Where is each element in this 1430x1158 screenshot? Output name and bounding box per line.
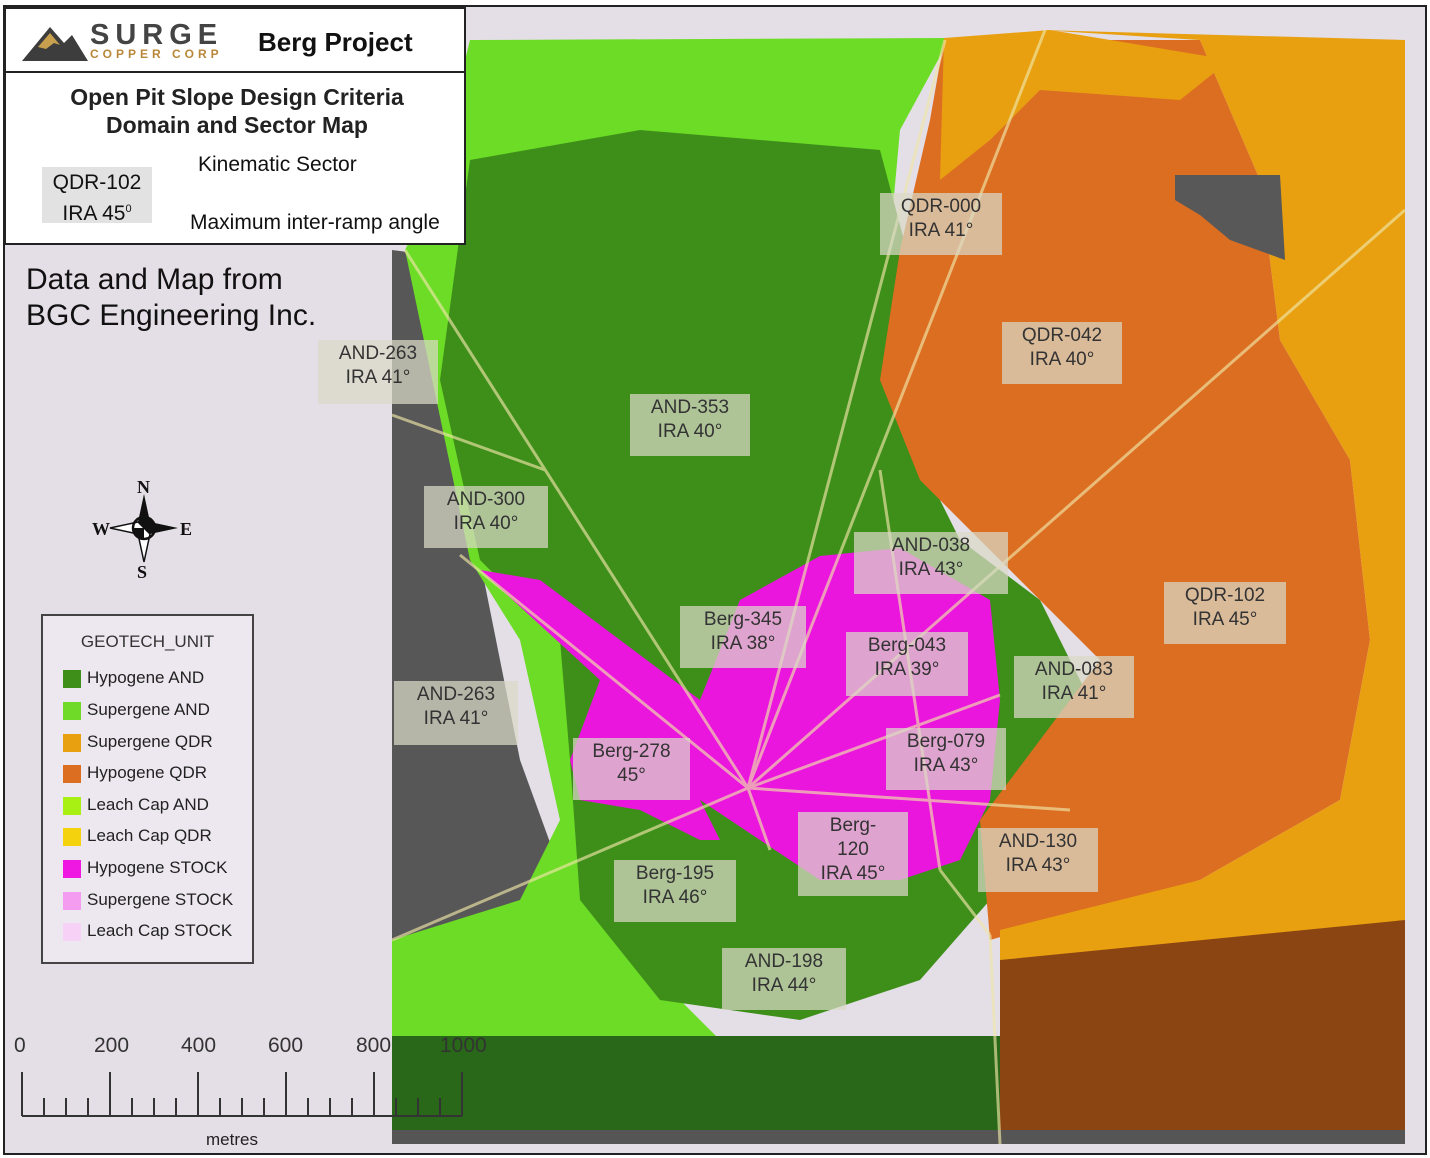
legend-item: Leach Cap QDR [63, 826, 212, 848]
compass-west: W [92, 519, 110, 539]
compass-south: S [137, 562, 148, 582]
sector-label-and263-south: AND-263 IRA 41° [394, 681, 518, 745]
legend-item: Leach Cap AND [63, 795, 209, 817]
legend-title: GEOTECH_UNIT [80, 632, 215, 651]
legend-panel: GEOTECH_UNIT Hypogene AND Supergene AND … [41, 614, 254, 964]
map-subtitle: Open Pit Slope Design Criteria Domain an… [6, 83, 468, 139]
sector-label-and038: AND-038 IRA 43° [854, 532, 1008, 594]
sector-label-and353: AND-353 IRA 40° [630, 394, 750, 456]
scale-tick-label: 800 [356, 1034, 392, 1057]
subtitle-line1: Open Pit Slope Design Criteria [70, 84, 404, 110]
dark-bottom-strip [392, 1130, 1405, 1144]
credit-line1: Data and Map from [26, 263, 283, 296]
sector-label-and263-north: AND-263 IRA 41° [318, 340, 438, 404]
legend-swatch [63, 891, 81, 910]
legend-swatch [63, 922, 81, 941]
legend-item: Hypogene QDR [63, 763, 207, 785]
legend-label: Supergene STOCK [87, 890, 234, 909]
legend-swatch [63, 701, 81, 720]
compass-north: N [137, 477, 150, 497]
key-sector-label: Kinematic Sector [198, 153, 357, 176]
scale-tick-label: 1000 [440, 1034, 487, 1057]
sector-label-and130: AND-130 IRA 43° [978, 828, 1098, 892]
sector-label-berg345: Berg-345 IRA 38° [680, 606, 806, 668]
legend-item: Hypogene STOCK [63, 858, 227, 880]
legend-label: Leach Cap STOCK [87, 921, 233, 940]
legend-label: Leach Cap AND [87, 795, 209, 814]
legend-item: Leach Cap STOCK [63, 921, 232, 943]
legend-label: Leach Cap QDR [87, 826, 212, 845]
legend-item: Supergene STOCK [63, 890, 233, 912]
legend-label: Supergene AND [87, 700, 210, 719]
mountain-logo-icon [22, 27, 88, 61]
compass-east: E [180, 519, 193, 539]
sector-label-berg043: Berg-043 IRA 39° [846, 632, 968, 696]
subtitle-line2: Domain and Sector Map [106, 112, 368, 138]
legend-label: Hypogene STOCK [87, 858, 228, 877]
scale-tick-label: 0 [14, 1034, 26, 1057]
legend-item: Supergene QDR [63, 732, 213, 754]
sector-label-berg120: Berg- 120 IRA 45° [798, 812, 908, 896]
sector-label-qdr102: QDR-102 IRA 45° [1164, 582, 1286, 644]
legend-swatch [63, 859, 81, 878]
scale-tick-label: 600 [268, 1034, 304, 1057]
sector-label-and198: AND-198 IRA 44° [722, 948, 846, 1010]
legend-label: Hypogene AND [87, 668, 205, 687]
scale-unit-label: metres [206, 1130, 258, 1149]
sector-label-and083: AND-083 IRA 41° [1014, 656, 1134, 718]
key-angle-example: IRA 450 [42, 196, 152, 227]
legend-swatch [63, 827, 81, 846]
project-title: Berg Project [258, 27, 413, 57]
legend-swatch [63, 796, 81, 815]
key-angle-label: Maximum inter-ramp angle [190, 211, 440, 234]
legend-label: Supergene QDR [87, 732, 213, 751]
key-example-chip: QDR-102 IRA 450 [42, 167, 152, 225]
legend-swatch [63, 764, 81, 783]
sector-label-qdr000: QDR-000 IRA 41° [880, 193, 1002, 255]
legend-swatch [63, 733, 81, 752]
legend-swatch [63, 669, 81, 688]
sector-label-and300: AND-300 IRA 40° [424, 486, 548, 548]
title-panel: SURGE COPPER CORP Berg Project Open Pit … [4, 7, 466, 245]
key-sector-example: QDR-102 [52, 171, 142, 194]
scale-tick-label: 400 [181, 1034, 217, 1057]
scale-tick-label: 200 [94, 1034, 130, 1057]
key-angle-value: IRA 45 [62, 202, 126, 225]
title-row: SURGE COPPER CORP Berg Project [6, 9, 464, 73]
sector-label-berg079: Berg-079 IRA 43° [886, 728, 1006, 790]
sector-label-berg195: Berg-195 IRA 46° [614, 860, 736, 922]
legend-item: Hypogene AND [63, 668, 204, 690]
legend-item: Supergene AND [63, 700, 210, 722]
logo-subtitle: COPPER CORP [90, 47, 223, 61]
key-degree-mark: 0 [125, 203, 132, 215]
sector-label-qdr042: QDR-042 IRA 40° [1002, 322, 1122, 384]
data-credit: Data and Map from BGC Engineering Inc. [26, 262, 316, 334]
legend-label: Hypogene QDR [87, 763, 208, 782]
sector-label-berg278: Berg-278 45° [573, 738, 690, 800]
compass-rose-icon [109, 494, 178, 563]
credit-line2: BGC Engineering Inc. [26, 299, 317, 332]
